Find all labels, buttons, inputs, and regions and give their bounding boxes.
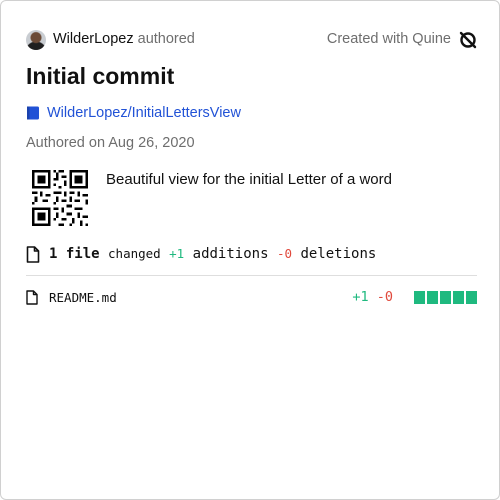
file-diff-counts: +1 -0 — [352, 289, 393, 305]
diff-block — [440, 291, 451, 304]
commit-message: Beautiful view for the initial Letter of… — [106, 171, 392, 188]
files-count: 1 file — [49, 246, 100, 262]
changed-label: changed — [108, 246, 161, 261]
file-deletions: -0 — [376, 289, 393, 305]
commit-card: WilderLopez authored Created with Quine … — [0, 0, 500, 500]
diff-blocks — [414, 291, 477, 304]
diff-block — [414, 291, 425, 304]
diff-stats-text: 1 file changed +1 additions -0 deletions — [49, 246, 376, 262]
additions-count: +1 — [169, 246, 185, 261]
author-line: WilderLopez authored — [53, 31, 195, 47]
repo-book-icon — [27, 106, 39, 120]
divider — [26, 275, 477, 276]
authored-date: Authored on Aug 26, 2020 — [26, 135, 195, 151]
diff-block — [453, 291, 464, 304]
qr-code — [32, 170, 88, 226]
file-additions: +1 — [352, 289, 369, 305]
file-name[interactable]: README.md — [49, 290, 117, 305]
diff-block — [466, 291, 477, 304]
avatar[interactable] — [26, 30, 46, 50]
file-icon — [26, 290, 38, 305]
file-icon — [26, 246, 40, 263]
quine-logo-icon[interactable] — [458, 30, 478, 50]
deletions-count: -0 — [276, 246, 292, 261]
additions-label: additions — [192, 246, 269, 262]
diff-block — [427, 291, 438, 304]
deletions-label: deletions — [300, 246, 377, 262]
repo-name[interactable]: WilderLopez/InitialLettersView — [47, 105, 241, 121]
commit-title: Initial commit — [26, 63, 175, 89]
authored-label: authored — [137, 31, 195, 47]
author-name[interactable]: WilderLopez — [53, 31, 134, 47]
card-header: WilderLopez authored Created with Quine — [26, 30, 478, 50]
created-with-label[interactable]: Created with Quine — [327, 31, 451, 47]
file-row[interactable]: README.md +1 -0 — [26, 289, 477, 307]
